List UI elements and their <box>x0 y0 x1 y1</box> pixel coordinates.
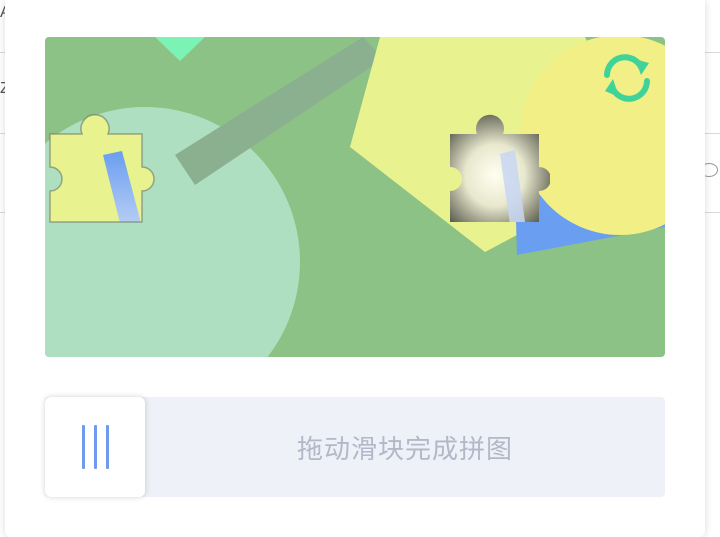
slider-hint: 拖动滑块完成拼图 <box>296 434 513 465</box>
refresh-icon <box>604 54 650 102</box>
grip-lines-icon <box>81 425 85 469</box>
refresh-button[interactable] <box>597 51 657 103</box>
slider-handle[interactable] <box>45 397 145 497</box>
puzzle-background <box>45 37 665 357</box>
captcha-dialog: 拖动滑块完成拼图 <box>5 0 705 537</box>
grip-lines-icon <box>93 425 97 469</box>
grip-lines-icon <box>105 425 109 469</box>
slider-track[interactable]: 拖动滑块完成拼图 <box>45 397 665 497</box>
puzzle-image <box>45 37 665 357</box>
